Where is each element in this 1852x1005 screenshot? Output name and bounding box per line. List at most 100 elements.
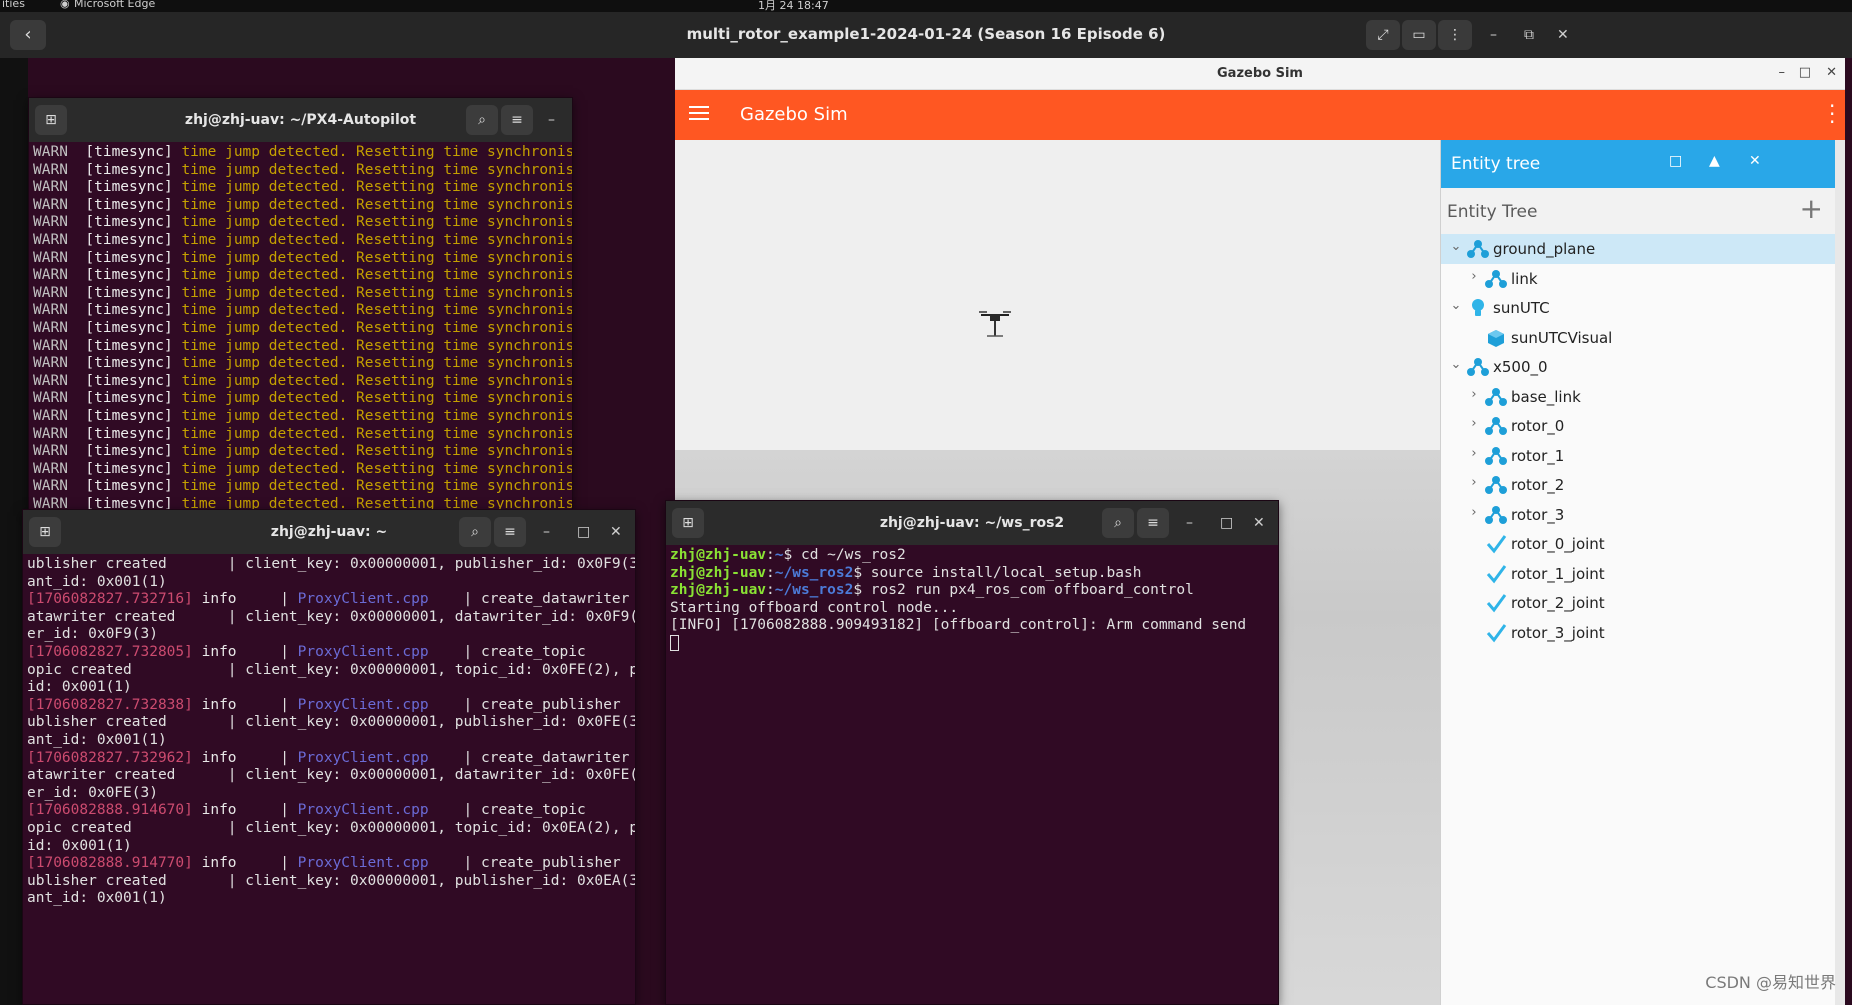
maximize-icon[interactable]: □ bbox=[1220, 515, 1233, 531]
minimize-icon[interactable]: – bbox=[548, 112, 555, 128]
px4-terminal-window[interactable]: ⊞ zhj@zhj-uav: ~/PX4-Autopilot ⌕ ≡ – WAR… bbox=[28, 97, 573, 513]
captions-icon: ▭ bbox=[1412, 27, 1426, 43]
agent-terminal-window[interactable]: ⊞ zhj@zhj-uav: ~ ⌕ ≡ – □ ✕ ublisher crea… bbox=[22, 509, 636, 1005]
entity-tree-item-sunutcvisual[interactable]: sunUTCVisual bbox=[1441, 323, 1835, 353]
entity-tree-item-ground-plane[interactable]: ⌄ ground_plane bbox=[1441, 234, 1835, 264]
chevron-down-icon[interactable]: ⌄ bbox=[1449, 239, 1463, 254]
log-line: WARN [timesync] time jump detected. Rese… bbox=[33, 408, 572, 426]
log-level: WARN bbox=[33, 267, 68, 284]
log-line: [1706082827.732805] info | ProxyClient.c… bbox=[27, 644, 631, 662]
log-message: time jump detected. Resetting time synch… bbox=[181, 425, 572, 442]
more-vertical-icon[interactable]: · · · bbox=[1829, 96, 1835, 132]
log-timestamp: [1706082888.914770] bbox=[27, 855, 193, 872]
maximize-icon[interactable]: □ bbox=[1669, 153, 1682, 169]
entity-tree-item-link[interactable]: › link bbox=[1441, 264, 1835, 294]
log-text: er_id: 0x0F9(3) bbox=[27, 626, 158, 643]
menu-button[interactable]: ≡ bbox=[1137, 508, 1169, 538]
menu-button[interactable]: ≡ bbox=[494, 517, 526, 547]
chevron-down-icon[interactable]: ⌄ bbox=[1449, 357, 1463, 372]
add-entity-icon[interactable]: + bbox=[1800, 194, 1823, 224]
log-message: time jump detected. Resetting time synch… bbox=[181, 337, 572, 354]
collapse-icon[interactable]: ▲ bbox=[1709, 153, 1720, 169]
log-line: ant_id: 0x001(1) bbox=[27, 890, 631, 908]
log-separator: | bbox=[280, 643, 298, 660]
log-message: time jump detected. Resetting time synch… bbox=[181, 144, 572, 160]
log-tag: [timesync] bbox=[85, 196, 173, 213]
fullscreen-button[interactable]: ⤢ bbox=[1366, 20, 1400, 50]
log-level: info bbox=[192, 855, 281, 872]
entity-tree-item-rotor-2-joint[interactable]: rotor_2_joint bbox=[1441, 588, 1835, 618]
prompt-command: $ source install/local_setup.bash bbox=[853, 564, 1142, 581]
entity-tree-item-rotor-0[interactable]: › rotor_0 bbox=[1441, 411, 1835, 441]
search-button[interactable]: ⌕ bbox=[1102, 508, 1134, 538]
ros2-terminal-output[interactable]: zhj@zhj-uav:~$ cd ~/ws_ros2 zhj@zhj-uav:~… bbox=[666, 545, 1278, 1004]
log-text: ant_id: 0x001(1) bbox=[27, 573, 167, 590]
clock[interactable]: 1月 24 18:47 bbox=[758, 0, 829, 12]
captions-button[interactable]: ▭ bbox=[1402, 20, 1436, 50]
maximize-icon[interactable]: □ bbox=[1799, 65, 1811, 80]
menu-button[interactable]: ≡ bbox=[501, 105, 533, 135]
entity-tree-item-rotor-1[interactable]: › rotor_1 bbox=[1441, 441, 1835, 471]
close-icon[interactable]: ✕ bbox=[1826, 65, 1837, 80]
entity-tree-item-rotor-0-joint[interactable]: rotor_0_joint bbox=[1441, 529, 1835, 559]
ros2-terminal-window[interactable]: ⊞ zhj@zhj-uav: ~/ws_ros2 ⌕ ≡ – □ ✕ zhj@z… bbox=[665, 500, 1279, 1005]
search-button[interactable]: ⌕ bbox=[466, 105, 498, 135]
entity-tree-item-base-link[interactable]: › base_link bbox=[1441, 382, 1835, 412]
log-line: WARN [timesync] time jump detected. Rese… bbox=[33, 250, 572, 268]
chevron-right-icon[interactable]: › bbox=[1467, 446, 1481, 461]
log-line: [1706082827.732838] info | ProxyClient.c… bbox=[27, 697, 631, 715]
log-separator: | bbox=[280, 855, 298, 872]
more-button[interactable]: ⋮ bbox=[1438, 20, 1472, 50]
log-line: WARN [timesync] time jump detected. Rese… bbox=[33, 390, 572, 408]
close-icon[interactable]: ✕ bbox=[1253, 515, 1265, 531]
log-text: ublisher created | client_key: 0x0000000… bbox=[27, 714, 635, 731]
entity-label: rotor_1_joint bbox=[1511, 564, 1605, 583]
px4-terminal-output[interactable]: WARN [timesync] time jump detected. Rese… bbox=[29, 142, 572, 512]
entity-tree-item-x500-0[interactable]: ⌄ x500_0 bbox=[1441, 352, 1835, 382]
log-tag: [timesync] bbox=[85, 302, 173, 319]
minimize-icon[interactable]: – bbox=[543, 524, 550, 540]
log-level: WARN bbox=[33, 231, 68, 248]
entity-label: base_link bbox=[1511, 387, 1581, 406]
entity-tree-subheader: Entity Tree + bbox=[1441, 188, 1835, 234]
agent-terminal-output[interactable]: ublisher created | client_key: 0x0000000… bbox=[23, 554, 635, 1004]
log-tag: [timesync] bbox=[85, 443, 173, 460]
minimize-icon[interactable]: – bbox=[1779, 65, 1786, 80]
drone-model-icon[interactable] bbox=[977, 308, 1013, 342]
log-line: WARN [timesync] time jump detected. Rese… bbox=[33, 355, 572, 373]
chevron-right-icon[interactable]: › bbox=[1467, 269, 1481, 284]
log-tag: [timesync] bbox=[85, 161, 173, 178]
chevron-down-icon[interactable]: ⌄ bbox=[1449, 298, 1463, 313]
entity-tree-item-rotor-1-joint[interactable]: rotor_1_joint bbox=[1441, 559, 1835, 589]
search-button[interactable]: ⌕ bbox=[459, 517, 491, 547]
entity-label: ground_plane bbox=[1493, 240, 1596, 258]
entity-tree-panel-title: Entity tree bbox=[1451, 154, 1541, 174]
log-line: atawriter created | client_key: 0x000000… bbox=[27, 609, 635, 627]
entity-tree-item-rotor-3-joint[interactable]: rotor_3_joint bbox=[1441, 618, 1835, 648]
chevron-right-icon[interactable]: › bbox=[1467, 387, 1481, 402]
log-line: id: 0x001(1) bbox=[27, 838, 631, 856]
close-icon[interactable]: ✕ bbox=[610, 524, 622, 540]
minimize-icon[interactable]: – bbox=[1490, 26, 1497, 44]
chevron-right-icon[interactable]: › bbox=[1467, 416, 1481, 431]
close-icon[interactable]: ✕ bbox=[1557, 26, 1569, 44]
chevron-right-icon[interactable]: › bbox=[1467, 475, 1481, 490]
light-icon bbox=[1467, 298, 1489, 318]
entity-tree-item-rotor-3[interactable]: › rotor_3 bbox=[1441, 500, 1835, 530]
log-message: time jump detected. Resetting time synch… bbox=[181, 249, 572, 266]
app-label[interactable]: Microsoft Edge bbox=[74, 0, 155, 10]
close-icon[interactable]: ✕ bbox=[1749, 153, 1761, 169]
activities-label[interactable]: ities bbox=[2, 0, 25, 10]
log-line: WARN [timesync] time jump detected. Rese… bbox=[33, 161, 572, 180]
minimize-icon[interactable]: – bbox=[1186, 515, 1193, 531]
entity-tree-item-rotor-2[interactable]: › rotor_2 bbox=[1441, 470, 1835, 500]
entity-tree-item-sunutc[interactable]: ⌄ sunUTC bbox=[1441, 293, 1835, 323]
gazebo-toolbar-title: Gazebo Sim bbox=[740, 104, 848, 125]
maximize-icon[interactable]: □ bbox=[577, 524, 590, 540]
hamburger-menu-icon[interactable] bbox=[689, 102, 709, 124]
hamburger-icon: ≡ bbox=[1147, 515, 1159, 531]
log-level: WARN bbox=[33, 319, 68, 336]
restore-icon[interactable]: ⧉ bbox=[1524, 26, 1534, 44]
log-level: info bbox=[192, 591, 281, 608]
chevron-right-icon[interactable]: › bbox=[1467, 505, 1481, 520]
